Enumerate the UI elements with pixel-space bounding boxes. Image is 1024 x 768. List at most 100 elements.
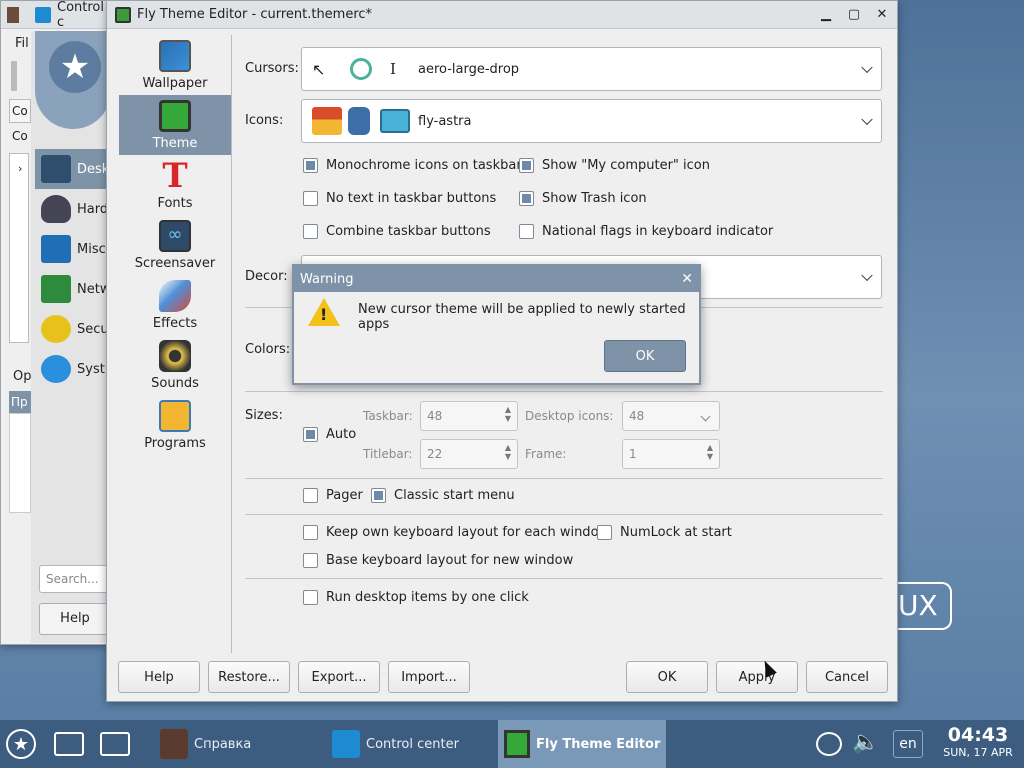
- show-desktop-icon[interactable]: [98, 727, 132, 761]
- taskbar-size-spin[interactable]: 48 ▲ ▼: [420, 401, 518, 431]
- flags-checkbox[interactable]: National flags in keyboard indicator: [519, 224, 773, 239]
- frame-size-spin[interactable]: 1 ▲ ▼: [622, 439, 720, 469]
- import-button[interactable]: Import...: [388, 661, 470, 693]
- spin-arrows-icon: ▲ ▼: [504, 443, 511, 461]
- minimize-icon[interactable]: ▁: [819, 7, 833, 22]
- no-text-checkbox[interactable]: No text in taskbar buttons: [303, 191, 496, 206]
- classic-menu-checkbox[interactable]: Classic start menu: [371, 488, 515, 503]
- divider: [245, 578, 883, 579]
- control-center-window: Control c Fil Co Co › Op Пр ★ Desk Hard …: [0, 0, 111, 645]
- pager-checkbox[interactable]: Pager: [303, 488, 363, 503]
- theme-editor-icon: [115, 6, 131, 23]
- my-computer-checkbox[interactable]: Show "My computer" icon: [519, 158, 710, 173]
- nav-wallpaper[interactable]: Wallpaper: [119, 35, 231, 95]
- pr-item[interactable]: Пр: [9, 391, 31, 413]
- export-button[interactable]: Export...: [298, 661, 380, 693]
- apply-button[interactable]: Apply: [716, 661, 798, 693]
- nav-effects[interactable]: Effects: [119, 275, 231, 335]
- speaker-icon: [159, 340, 191, 372]
- taskbar: ★ Справка Control center Fly Theme Edito…: [0, 720, 1024, 768]
- search-input[interactable]: Search...: [39, 565, 111, 593]
- cancel-button[interactable]: Cancel: [806, 661, 888, 693]
- menu-file[interactable]: Fil: [15, 36, 29, 51]
- control-center-sidebar: ★ Desk Hard Misc Netw Secu Syst Search..…: [31, 31, 111, 643]
- sizes-label: Sizes:: [245, 408, 283, 423]
- fonts-icon: T: [162, 156, 188, 196]
- network-icon[interactable]: [816, 732, 842, 756]
- sidebar-item-network[interactable]: Netw: [35, 269, 111, 309]
- spin-arrows-icon: ▲ ▼: [504, 405, 511, 423]
- auto-size-checkbox[interactable]: Auto: [303, 427, 356, 442]
- combine-checkbox[interactable]: Combine taskbar buttons: [303, 224, 491, 239]
- clock-time: 04:43: [947, 724, 1009, 746]
- colors-label: Colors:: [245, 342, 291, 357]
- own-layout-checkbox[interactable]: Keep own keyboard layout for each window: [303, 525, 609, 540]
- help-button[interactable]: Help: [39, 603, 111, 635]
- numlock-checkbox[interactable]: NumLock at start: [597, 525, 732, 540]
- ok-button[interactable]: OK: [626, 661, 708, 693]
- category-nav: Wallpaper Theme T Fonts ∞ Screensaver Ef…: [119, 35, 231, 455]
- theme-icon: [159, 100, 191, 132]
- warning-message: New cursor theme will be applied to newl…: [358, 302, 686, 332]
- sidebar-item-misc[interactable]: Misc: [35, 229, 111, 269]
- task-theme-editor[interactable]: Fly Theme Editor: [498, 720, 666, 768]
- base-layout-checkbox[interactable]: Base keyboard layout for new window: [303, 553, 573, 568]
- arrow-cursor-icon: ↖: [312, 59, 326, 79]
- cursors-value: aero-large-drop: [418, 61, 520, 77]
- spin-arrows-icon: ▲ ▼: [706, 443, 713, 461]
- task-control-center[interactable]: Control center: [328, 720, 488, 768]
- taskbar-size-label: Taskbar:: [363, 409, 413, 423]
- chevron-down-icon: [700, 411, 711, 422]
- help-button[interactable]: Help: [118, 661, 200, 693]
- cursors-label: Cursors:: [245, 61, 299, 76]
- windows-icon[interactable]: [52, 727, 86, 761]
- programs-icon: [159, 400, 191, 432]
- nav-sounds[interactable]: Sounds: [119, 335, 231, 395]
- keyboard-layout[interactable]: en: [893, 730, 923, 758]
- monochrome-icons-checkbox[interactable]: Monochrome icons on taskbar: [303, 158, 522, 173]
- maximize-icon[interactable]: ▢: [847, 7, 861, 22]
- desktop-icons-size-select[interactable]: 48: [622, 401, 720, 431]
- clock-date: SUN, 17 APR: [943, 746, 1013, 759]
- volume-icon[interactable]: 🔈: [852, 730, 879, 755]
- one-click-checkbox[interactable]: Run desktop items by one click: [303, 590, 529, 605]
- nav-fonts[interactable]: T Fonts: [119, 155, 231, 215]
- restore-button[interactable]: Restore...: [208, 661, 290, 693]
- clock[interactable]: 04:43 SUN, 17 APR: [938, 724, 1018, 759]
- icons-select[interactable]: fly-astra: [301, 99, 882, 143]
- chevron-down-icon: [861, 269, 873, 282]
- sidebar-item-system[interactable]: Syst: [35, 349, 111, 389]
- icons-value: fly-astra: [418, 113, 472, 129]
- decor-label: Decor:: [245, 269, 288, 284]
- warning-ok-button[interactable]: OK: [604, 340, 686, 372]
- busy-cursor-icon: [350, 58, 372, 80]
- trash-checkbox[interactable]: Show Trash icon: [519, 191, 647, 206]
- rocket-icon: [159, 280, 191, 312]
- nav-programs[interactable]: Programs: [119, 395, 231, 455]
- titlebar-size-spin[interactable]: 22 ▲ ▼: [420, 439, 518, 469]
- desktop-icon: [41, 155, 71, 183]
- sidebar-item-desktop[interactable]: Desk: [35, 149, 111, 189]
- cursors-select[interactable]: ↖ I aero-large-drop: [301, 47, 882, 91]
- divider: [245, 478, 883, 479]
- nav-screensaver[interactable]: ∞ Screensaver: [119, 215, 231, 275]
- divider: [245, 391, 883, 392]
- close-icon[interactable]: ✕: [681, 271, 693, 287]
- nav-theme[interactable]: Theme: [119, 95, 231, 155]
- misc-icon: [41, 235, 71, 263]
- control-center-icon: [35, 6, 51, 23]
- close-icon[interactable]: ✕: [875, 7, 889, 22]
- divider: [245, 514, 883, 515]
- sidebar-item-hardware[interactable]: Hard: [35, 189, 111, 229]
- tab-stub-1[interactable]: Co: [9, 99, 31, 123]
- control-center-logo: ★: [35, 31, 111, 129]
- task-help[interactable]: Справка: [156, 720, 316, 768]
- icons-label: Icons:: [245, 113, 284, 128]
- desktop-logo: UX: [890, 582, 952, 630]
- star-icon: ★: [49, 41, 101, 93]
- warning-title: Warning: [300, 271, 354, 287]
- sidebar-item-security[interactable]: Secu: [35, 309, 111, 349]
- screensaver-icon: ∞: [159, 220, 191, 252]
- tab-stub-2[interactable]: Co: [9, 129, 28, 143]
- start-menu-icon[interactable]: ★: [4, 727, 38, 761]
